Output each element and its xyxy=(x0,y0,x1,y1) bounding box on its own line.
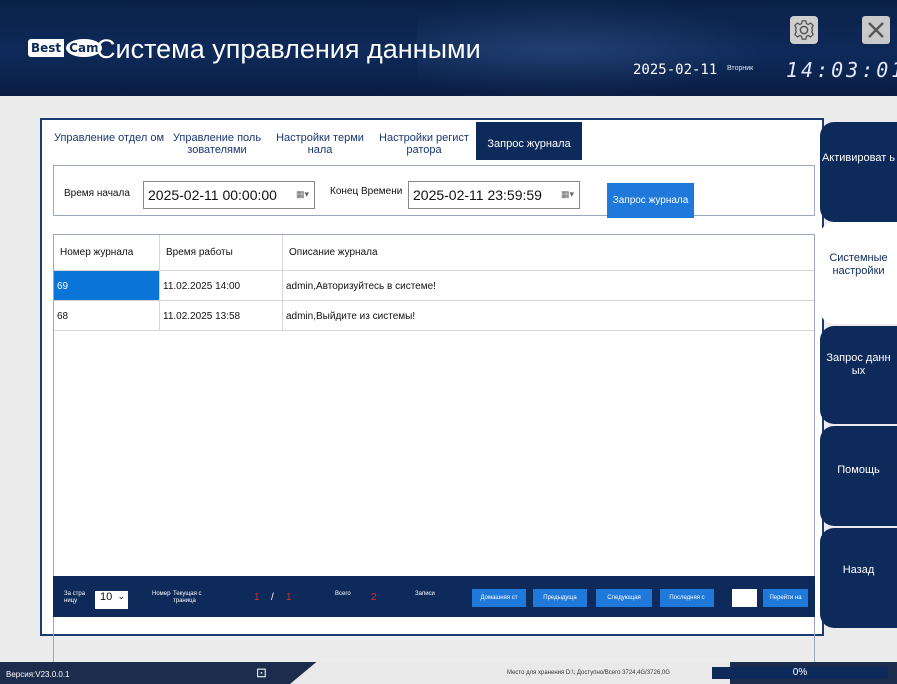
status-info-area: Место для хранения D:\; Доступно/Всего 3… xyxy=(290,662,730,684)
main-panel: Управление отдел ом Управление поль зова… xyxy=(40,118,824,684)
app-title: Система управления данными xyxy=(96,34,481,64)
close-button[interactable] xyxy=(862,16,890,44)
cell-time[interactable]: 11.02.2025 13:58 xyxy=(160,301,283,330)
logo-text-left: Best xyxy=(28,39,65,57)
side-nav-activate[interactable]: Активироват ь xyxy=(820,122,897,222)
last-page-button[interactable]: Последняя с xyxy=(660,589,714,607)
network-icon: ⊡ xyxy=(256,665,267,680)
number-label: Номер xyxy=(152,591,171,597)
tab-terminal-settings[interactable]: Настройки терми нала xyxy=(268,122,372,160)
settings-button[interactable] xyxy=(790,16,818,44)
table-row[interactable]: 69 11.02.2025 14:00 admin,Авторизуйтесь … xyxy=(54,271,814,301)
table-row[interactable]: 68 11.02.2025 13:58 admin,Выйдите из сис… xyxy=(54,301,814,331)
progress-bar: 0% xyxy=(712,667,888,679)
calendar-dropdown-icon[interactable]: ▦▾ xyxy=(561,189,574,200)
tab-log-query[interactable]: Запрос журнала xyxy=(476,122,582,160)
total-label: Всего xyxy=(335,591,351,597)
side-nav-back[interactable]: Назад xyxy=(820,528,897,628)
start-time-label: Время начала xyxy=(64,188,130,199)
column-header[interactable]: Время работы xyxy=(160,235,283,270)
table-header: Номер журнала Время работы Описание журн… xyxy=(54,235,814,271)
app-header: Best Cam Система управления данными 2025… xyxy=(0,0,897,96)
storage-info: Место для хранения D:\; Доступно/Всего 3… xyxy=(507,670,670,676)
column-header[interactable]: Описание журнала xyxy=(283,235,814,270)
gear-icon xyxy=(794,20,814,40)
tab-recorder-settings[interactable]: Настройки регист ратора xyxy=(372,122,476,160)
cell-log-id[interactable]: 69 xyxy=(54,271,160,300)
side-nav-help[interactable]: Помощь xyxy=(820,426,897,526)
total-count-value: 2 xyxy=(371,592,377,603)
calendar-dropdown-icon[interactable]: ▦▾ xyxy=(296,189,309,200)
prev-page-button[interactable]: Предыдуща xyxy=(533,589,587,607)
header-date: 2025-02-11 xyxy=(633,62,718,78)
side-nav-system-settings[interactable]: Системные настройки xyxy=(820,222,897,324)
close-icon xyxy=(868,22,884,38)
pagination-bar: За стра ницу 10 ⌄ Номер Текущая с траниц… xyxy=(53,576,815,617)
records-label: Записи xyxy=(415,591,435,597)
page-separator: / xyxy=(271,592,274,603)
tab-department[interactable]: Управление отдел ом xyxy=(52,122,166,160)
cell-description[interactable]: admin,Авторизуйтесь в системе! xyxy=(283,271,814,300)
per-page-value: 10 xyxy=(100,591,113,603)
side-nav-data-query[interactable]: Запрос данн ых xyxy=(820,326,897,424)
header-weekday: Вторник xyxy=(727,65,754,72)
per-page-select[interactable]: 10 ⌄ xyxy=(95,591,128,609)
goto-page-button[interactable]: Перейти на xyxy=(763,589,808,607)
header-clock: 14:03:01 xyxy=(786,58,897,82)
per-page-label: За стра ницу xyxy=(64,591,86,604)
current-page-label: Текущая с траница xyxy=(173,591,202,604)
column-header[interactable]: Номер журнала xyxy=(54,235,160,270)
app-logo: Best Cam xyxy=(28,36,102,60)
end-time-input[interactable]: 2025-02-11 23:59:59 xyxy=(408,181,580,209)
cell-time[interactable]: 11.02.2025 14:00 xyxy=(160,271,283,300)
goto-page-input[interactable] xyxy=(732,589,757,607)
tab-users[interactable]: Управление поль зователями xyxy=(166,122,268,160)
current-page-value: 1 xyxy=(254,592,260,603)
total-pages-value: 1 xyxy=(286,592,292,603)
first-page-button[interactable]: Домашняя ст xyxy=(472,589,526,607)
version-label: Версия:V23.0.0.1 xyxy=(6,670,70,679)
cell-log-id[interactable]: 68 xyxy=(54,301,160,330)
filter-bar: Время начала 2025-02-11 00:00:00 ▦▾ Коне… xyxy=(53,165,815,218)
next-page-button[interactable]: Следующая xyxy=(596,589,652,607)
end-time-label: Конец Времени xyxy=(330,186,403,197)
chevron-down-icon: ⌄ xyxy=(117,591,125,601)
query-log-button[interactable]: Запрос журнала xyxy=(607,183,694,218)
start-time-input[interactable]: 2025-02-11 00:00:00 xyxy=(143,181,315,209)
tab-bar: Управление отдел ом Управление поль зова… xyxy=(52,122,582,160)
cell-description[interactable]: admin,Выйдите из системы! xyxy=(283,301,814,330)
